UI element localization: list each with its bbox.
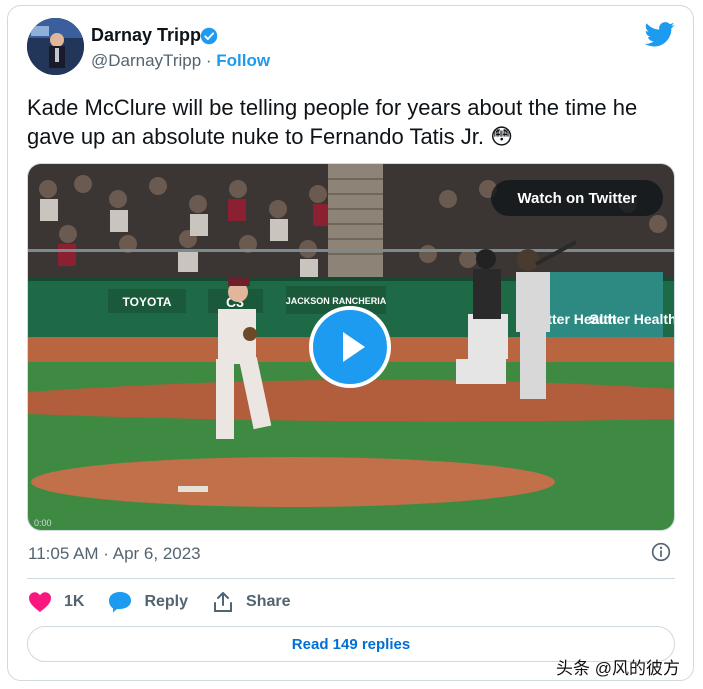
avatar-image [27, 18, 84, 75]
heart-icon [29, 592, 51, 612]
share-icon [214, 592, 233, 612]
watch-on-twitter-button[interactable]: Watch on Twitter [491, 180, 663, 216]
reply-bubble-icon [109, 592, 132, 613]
avatar[interactable] [27, 18, 84, 75]
reply-label: Reply [144, 593, 189, 610]
user-handle[interactable]: @DarnayTripp [91, 51, 201, 70]
handle-separator: · [201, 51, 217, 70]
info-icon[interactable] [651, 542, 671, 562]
like-button[interactable]: 1K [28, 591, 84, 613]
play-icon [343, 332, 365, 362]
user-name[interactable]: Darnay Tripp [91, 25, 201, 46]
follow-button[interactable]: Follow [216, 51, 270, 70]
user-handle-line: @DarnayTripp · Follow [91, 51, 270, 71]
divider [27, 578, 675, 579]
share-label: Share [246, 593, 291, 610]
reply-button[interactable]: Reply [108, 591, 188, 613]
action-bar: 1K Reply Share [28, 590, 315, 614]
tweet-text: Kade McClure will be telling people for … [27, 95, 638, 149]
tweet-timestamp[interactable]: 11:05 AM · Apr 6, 2023 [28, 544, 201, 564]
verified-badge-icon [200, 27, 218, 45]
sign-jackson: JACKSON RANCHERIA [286, 296, 387, 306]
twitter-bird-icon[interactable] [645, 22, 675, 47]
sign-toyota: TOYOTA [123, 295, 172, 309]
share-button[interactable]: Share [212, 591, 291, 613]
play-button[interactable] [309, 306, 391, 388]
watermark: 头条 @风的彼方 [556, 659, 680, 678]
sign-sutter-2: Sutter Health [589, 311, 675, 327]
video-time: 0:00 [34, 518, 52, 528]
like-count: 1K [64, 593, 85, 610]
